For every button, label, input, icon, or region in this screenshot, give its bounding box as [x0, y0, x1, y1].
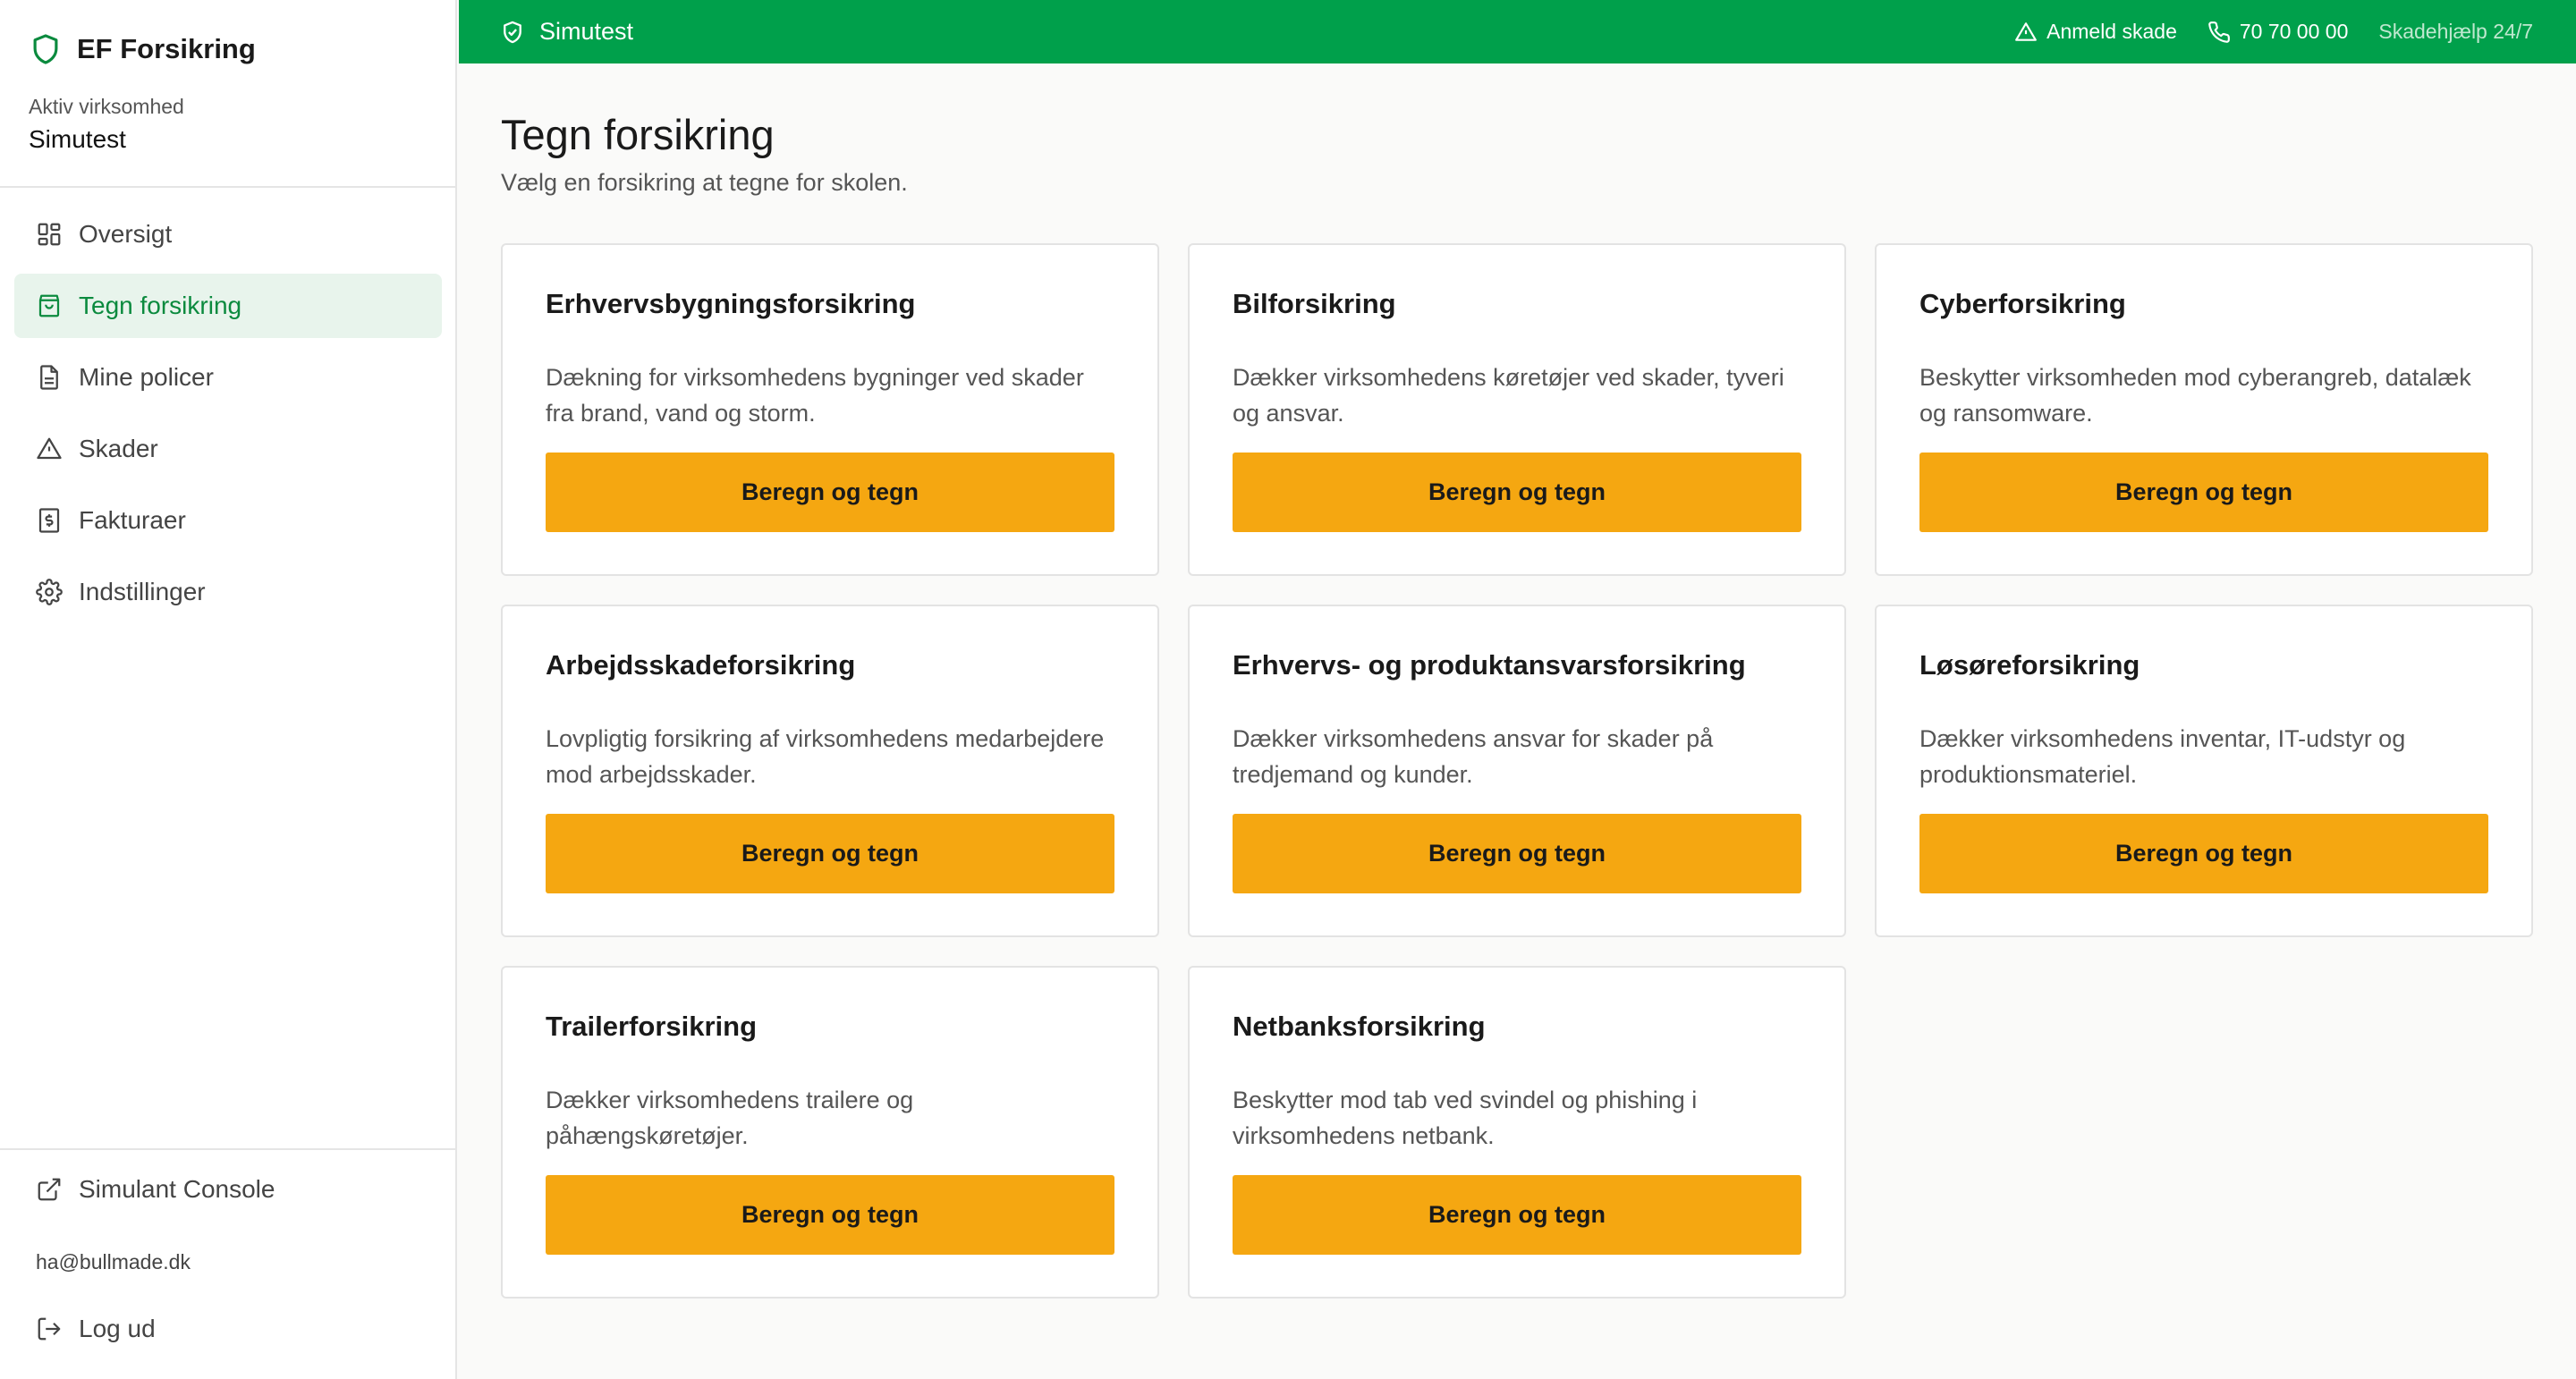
- shield-logo-icon: [29, 32, 63, 66]
- logout-button[interactable]: Log ud: [36, 1315, 156, 1343]
- calculate-and-buy-button[interactable]: Beregn og tegn: [546, 1175, 1114, 1255]
- card-title: Erhvervsbygningsforsikring: [546, 288, 916, 319]
- sidebar-nav: Oversigt Tegn forsikring Mine policer Sk…: [14, 202, 442, 631]
- document-icon: [36, 364, 63, 391]
- user-email: ha@bullmade.dk: [36, 1250, 191, 1273]
- divider: [0, 186, 455, 188]
- invoice-icon: [36, 507, 63, 534]
- gear-icon: [36, 579, 63, 605]
- logout-label: Log ud: [79, 1315, 156, 1342]
- card-title: Bilforsikring: [1233, 288, 1396, 319]
- active-company-label: Aktiv virksomhed: [29, 95, 184, 118]
- card-description: Dækker virksomhedens ansvar for skader p…: [1233, 725, 1714, 788]
- warning-icon: [36, 436, 63, 462]
- dashboard-icon: [36, 221, 63, 248]
- active-company-name: Simutest: [29, 125, 126, 153]
- brand[interactable]: EF Forsikring: [29, 32, 256, 66]
- insurance-card: Erhvervsbygningsforsikring Dækning for v…: [501, 243, 1159, 576]
- calculate-and-buy-button[interactable]: Beregn og tegn: [1919, 814, 2488, 893]
- top-bar: Simutest Anmeld skade 70 70 00 00 Skadeh…: [459, 0, 2576, 63]
- insurance-card: Løsøreforsikring Dækker virksomhedens in…: [1875, 605, 2533, 937]
- nav-item-tegn-forsikring[interactable]: Tegn forsikring: [14, 274, 442, 338]
- insurance-card: Erhvervs- og produktansvarsforsikring Dæ…: [1188, 605, 1846, 937]
- calculate-and-buy-button[interactable]: Beregn og tegn: [1233, 1175, 1801, 1255]
- calculate-and-buy-button[interactable]: Beregn og tegn: [1233, 814, 1801, 893]
- topbar-company: Simutest: [500, 18, 633, 46]
- nav-item-label: Skader: [79, 435, 158, 462]
- nav-item-label: Mine policer: [79, 363, 214, 391]
- card-description: Dækker virksomhedens køretøjer ved skade…: [1233, 364, 1784, 427]
- divider: [0, 1148, 455, 1150]
- nav-item-skader[interactable]: Skader: [14, 417, 442, 481]
- insurance-card: Netbanksforsikring Beskytter mod tab ved…: [1188, 966, 1846, 1299]
- shield-check-icon: [500, 20, 525, 45]
- report-claim-label: Anmeld skade: [2046, 20, 2177, 43]
- page-subtitle: Vælg en forsikring at tegne for skolen.: [501, 169, 908, 196]
- card-title: Netbanksforsikring: [1233, 1011, 1486, 1042]
- insurance-card: Trailerforsikring Dækker virksomhedens t…: [501, 966, 1159, 1299]
- simulant-console-label: Simulant Console: [79, 1175, 275, 1203]
- calculate-and-buy-button[interactable]: Beregn og tegn: [546, 453, 1114, 532]
- calculate-and-buy-button[interactable]: Beregn og tegn: [1233, 453, 1801, 532]
- nav-item-oversigt[interactable]: Oversigt: [14, 202, 442, 266]
- app-title: EF Forsikring: [77, 33, 256, 64]
- topbar-company-name: Simutest: [539, 18, 634, 45]
- external-link-icon: [36, 1176, 63, 1203]
- card-description: Dækker virksomhedens inventar, IT-udstyr…: [1919, 725, 2406, 788]
- insurance-grid: Erhvervsbygningsforsikring Dækning for v…: [501, 243, 2533, 1299]
- nav-item-label: Oversigt: [79, 220, 173, 248]
- card-title: Cyberforsikring: [1919, 288, 2126, 319]
- phone-number: 70 70 00 00: [2239, 20, 2349, 43]
- simulant-console-link[interactable]: Simulant Console: [36, 1175, 275, 1204]
- main-content: Tegn forsikring Vælg en forsikring at te…: [459, 63, 2576, 1379]
- report-claim-link[interactable]: Anmeld skade: [2014, 20, 2177, 44]
- card-description: Beskytter virksomheden mod cyberangreb, …: [1919, 364, 2471, 427]
- calculate-and-buy-button[interactable]: Beregn og tegn: [1919, 453, 2488, 532]
- sidebar: EF Forsikring Aktiv virksomhed Simutest …: [0, 0, 457, 1379]
- nav-item-mine-policer[interactable]: Mine policer: [14, 345, 442, 410]
- insurance-card: Arbejdsskadeforsikring Lovpligtig forsik…: [501, 605, 1159, 937]
- card-description: Lovpligtig forsikring af virksomhedens m…: [546, 725, 1105, 788]
- help-24-7-label: Skadehjælp 24/7: [2378, 20, 2533, 43]
- calculate-and-buy-button[interactable]: Beregn og tegn: [546, 814, 1114, 893]
- nav-item-label: Fakturaer: [79, 506, 186, 534]
- warning-icon: [2014, 21, 2038, 44]
- phone-link[interactable]: 70 70 00 00: [2207, 20, 2349, 44]
- nav-item-label: Tegn forsikring: [79, 292, 242, 319]
- page-title: Tegn forsikring: [501, 111, 775, 158]
- insurance-card: Bilforsikring Dækker virksomhedens køret…: [1188, 243, 1846, 576]
- shopping-bag-icon: [36, 292, 63, 319]
- card-title: Erhvervs- og produktansvarsforsikring: [1233, 649, 1746, 681]
- topbar-actions: Anmeld skade 70 70 00 00 Skadehjælp 24/7: [2014, 20, 2533, 44]
- nav-item-label: Indstillinger: [79, 578, 206, 605]
- card-description: Dækker virksomhedens trailere og påhængs…: [546, 1087, 914, 1149]
- card-title: Trailerforsikring: [546, 1011, 758, 1042]
- nav-item-fakturaer[interactable]: Fakturaer: [14, 488, 442, 553]
- card-description: Dækning for virksomhedens bygninger ved …: [546, 364, 1084, 427]
- card-title: Løsøreforsikring: [1919, 649, 2140, 681]
- logout-icon: [36, 1316, 63, 1342]
- nav-item-indstillinger[interactable]: Indstillinger: [14, 560, 442, 624]
- card-title: Arbejdsskadeforsikring: [546, 649, 856, 681]
- phone-icon: [2207, 21, 2231, 44]
- insurance-card: Cyberforsikring Beskytter virksomheden m…: [1875, 243, 2533, 576]
- card-description: Beskytter mod tab ved svindel og phishin…: [1233, 1087, 1698, 1149]
